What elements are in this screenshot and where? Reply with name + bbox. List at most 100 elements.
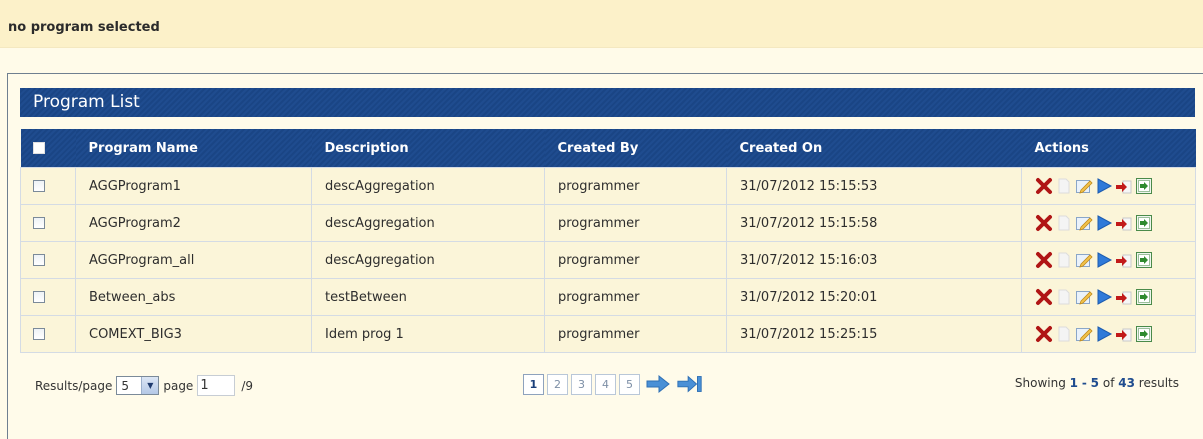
description-cell: descAggregation [311, 241, 545, 279]
results-summary: Showing 1 - 5 of 43 results [1015, 376, 1179, 390]
page-link-2[interactable]: 2 [547, 373, 568, 395]
row-checkbox[interactable] [33, 180, 45, 192]
blank-page-icon[interactable] [1055, 177, 1073, 195]
page-label: page [163, 378, 194, 393]
program-name-cell: COMEXT_BIG3 [75, 315, 312, 353]
page-link-1[interactable]: 1 [523, 373, 544, 395]
export-icon[interactable] [1115, 177, 1133, 195]
row-checkbox[interactable] [33, 291, 45, 303]
run-icon[interactable] [1095, 214, 1113, 232]
status-message: no program selected [8, 20, 160, 35]
edit-icon[interactable] [1075, 325, 1093, 343]
created-by-cell: programmer [544, 241, 727, 279]
import-icon[interactable] [1135, 214, 1153, 232]
row-checkbox[interactable] [33, 217, 45, 229]
total-pages: /9 [241, 378, 254, 393]
table-row[interactable]: AGGProgram2 descAggregation programmer 31/0… [20, 204, 1196, 242]
created-on-cell: 31/07/2012 15:15:58 [726, 204, 1022, 242]
run-icon[interactable] [1095, 251, 1113, 269]
delete-icon[interactable] [1035, 177, 1053, 195]
pagination: 1 2 3 4 5 [523, 373, 704, 395]
of-label: of [1102, 376, 1115, 390]
run-icon[interactable] [1095, 177, 1113, 195]
description-cell: descAggregation [311, 167, 545, 205]
row-select-cell [20, 167, 76, 205]
column-header-created-on[interactable]: Created On [726, 129, 1022, 168]
page-link-3[interactable]: 3 [571, 373, 592, 395]
export-icon[interactable] [1115, 251, 1133, 269]
last-page-icon[interactable] [676, 373, 704, 395]
actions-cell [1021, 278, 1196, 316]
import-icon[interactable] [1135, 325, 1153, 343]
blank-page-icon[interactable] [1055, 251, 1073, 269]
results-per-page-label: Results/page [35, 378, 113, 393]
actions-cell [1021, 167, 1196, 205]
export-icon[interactable] [1115, 325, 1133, 343]
row-select-cell [20, 241, 76, 279]
edit-icon[interactable] [1075, 251, 1093, 269]
row-checkbox[interactable] [33, 328, 45, 340]
table-row[interactable]: COMEXT_BIG3 Idem prog 1 programmer 31/07/20… [20, 315, 1196, 353]
blank-page-icon[interactable] [1055, 214, 1073, 232]
page-number-input[interactable]: 1 [197, 375, 236, 396]
created-by-cell: programmer [544, 315, 727, 353]
import-icon[interactable] [1135, 251, 1153, 269]
created-by-cell: programmer [544, 278, 727, 316]
description-cell: descAggregation [311, 204, 545, 242]
range-separator: - [1081, 376, 1087, 390]
table-header-row: Program Name Description Created By Crea… [20, 129, 1196, 168]
row-select-cell [20, 315, 76, 353]
results-suffix: results [1138, 376, 1179, 390]
created-by-cell: programmer [544, 167, 727, 205]
column-header-created-by[interactable]: Created By [544, 129, 727, 168]
column-header-description[interactable]: Description [311, 129, 545, 168]
page-link-4[interactable]: 4 [595, 373, 616, 395]
created-on-cell: 31/07/2012 15:25:15 [726, 315, 1022, 353]
delete-icon[interactable] [1035, 214, 1053, 232]
program-list-panel: Program List Program Name Description Cr… [7, 73, 1203, 439]
showing-prefix: Showing [1014, 376, 1066, 390]
chevron-down-icon[interactable]: ▼ [141, 377, 159, 394]
edit-icon[interactable] [1075, 288, 1093, 306]
table-row[interactable]: AGGProgram_all descAggregation programmer 3… [20, 241, 1196, 279]
description-cell: Idem prog 1 [311, 315, 545, 353]
table-row[interactable]: Between_abs testBetween programmer 31/07/20… [20, 278, 1196, 316]
export-icon[interactable] [1115, 288, 1133, 306]
created-on-cell: 31/07/2012 15:16:03 [726, 241, 1022, 279]
program-name-cell: AGGProgram_all [75, 241, 312, 279]
created-by-cell: programmer [544, 204, 727, 242]
actions-cell [1021, 204, 1196, 242]
program-name-cell: Between_abs [75, 278, 312, 316]
panel-title: Program List [20, 88, 1195, 117]
delete-icon[interactable] [1035, 325, 1053, 343]
blank-page-icon[interactable] [1055, 325, 1073, 343]
select-all-header [20, 129, 76, 168]
edit-icon[interactable] [1075, 214, 1093, 232]
export-icon[interactable] [1115, 214, 1133, 232]
next-page-icon[interactable] [644, 373, 672, 395]
row-select-cell [20, 204, 76, 242]
row-select-cell [20, 278, 76, 316]
run-icon[interactable] [1095, 288, 1113, 306]
delete-icon[interactable] [1035, 288, 1053, 306]
created-on-cell: 31/07/2012 15:15:53 [726, 167, 1022, 205]
edit-icon[interactable] [1075, 177, 1093, 195]
range-end: 5 [1090, 376, 1100, 390]
blank-page-icon[interactable] [1055, 288, 1073, 306]
results-per-page-value: 5 [121, 378, 129, 393]
actions-cell [1021, 241, 1196, 279]
status-bar: no program selected [0, 0, 1203, 48]
run-icon[interactable] [1095, 325, 1113, 343]
program-name-cell: AGGProgram1 [75, 167, 312, 205]
results-per-page-select[interactable]: 5 ▼ [116, 376, 160, 395]
total-results: 43 [1118, 376, 1135, 390]
delete-icon[interactable] [1035, 251, 1053, 269]
select-all-checkbox[interactable] [32, 142, 45, 154]
import-icon[interactable] [1135, 177, 1153, 195]
row-checkbox[interactable] [33, 254, 45, 266]
actions-cell [1021, 315, 1196, 353]
page-link-5[interactable]: 5 [619, 373, 640, 395]
column-header-program-name[interactable]: Program Name [75, 129, 312, 168]
import-icon[interactable] [1135, 288, 1153, 306]
table-row[interactable]: AGGProgram1 descAggregation programmer 31/0… [20, 167, 1196, 205]
